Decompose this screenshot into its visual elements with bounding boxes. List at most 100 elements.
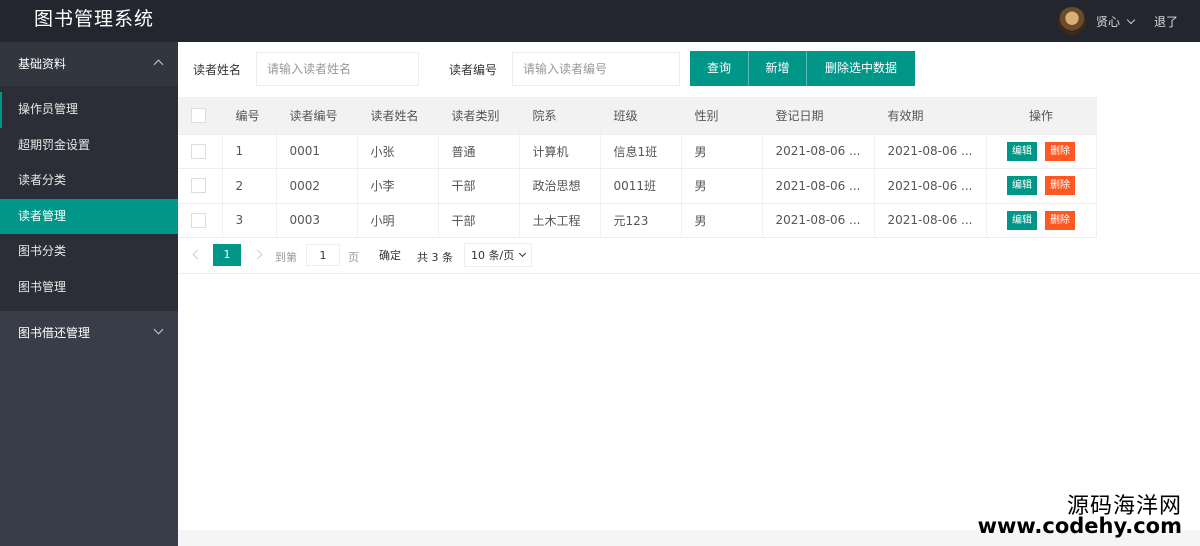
col-gender-header: 性别 bbox=[681, 97, 763, 135]
delete-button[interactable]: 删除 bbox=[1045, 176, 1075, 196]
cell-reader-no: 0002 bbox=[276, 168, 358, 204]
cell-gender: 男 bbox=[681, 203, 763, 238]
sidebar-item-reader-management[interactable]: 读者管理 bbox=[0, 198, 178, 234]
select-all-cell[interactable] bbox=[178, 97, 223, 135]
edit-button[interactable]: 编辑 bbox=[1007, 176, 1037, 196]
cell-valid: 2021-08-06 ... bbox=[874, 134, 987, 169]
cell-valid: 2021-08-06 ... bbox=[874, 168, 987, 204]
logout-link[interactable]: 退了 bbox=[1154, 13, 1178, 30]
chevron-down-icon bbox=[519, 249, 527, 258]
page-size-value: 10 条/页 bbox=[471, 249, 515, 262]
cell-reg-date: 2021-08-06 ... bbox=[762, 203, 875, 238]
row-select-cell[interactable] bbox=[178, 203, 223, 238]
col-class-header: 班级 bbox=[600, 97, 682, 135]
cell-actions: 编辑 删除 bbox=[986, 168, 1097, 204]
col-id-header: 编号 bbox=[222, 97, 277, 135]
goto-page-input[interactable]: 1 bbox=[306, 244, 340, 266]
sidebar-item-overdue-fine-settings[interactable]: 超期罚金设置 bbox=[0, 128, 178, 164]
goto-label: 到第 bbox=[275, 251, 297, 264]
cell-dept: 土木工程 bbox=[519, 203, 601, 238]
cell-dept: 计算机 bbox=[519, 134, 601, 169]
row-checkbox[interactable] bbox=[191, 212, 206, 228]
col-actions-header: 操作 bbox=[986, 97, 1097, 135]
cell-id: 2 bbox=[222, 168, 277, 204]
pagination: 1 到第 1 页 确定 共 3 条 10 条/页 bbox=[178, 238, 1200, 274]
col-valid-header: 有效期 bbox=[874, 97, 987, 135]
watermark-url: www.codehy.com bbox=[977, 514, 1182, 538]
cell-class: 信息1班 bbox=[600, 134, 682, 169]
col-name-header: 读者姓名 bbox=[357, 97, 439, 135]
table-row: 2 0002 小李 干部 政治思想 0011班 男 2021-08-06 ...… bbox=[178, 168, 1097, 204]
edit-button[interactable]: 编辑 bbox=[1007, 210, 1037, 230]
page-size-select[interactable]: 10 条/页 bbox=[464, 243, 533, 267]
query-button[interactable]: 查询 bbox=[690, 51, 748, 86]
cell-gender: 男 bbox=[681, 134, 763, 169]
header-user-area: 贤心 退了 bbox=[1057, 0, 1200, 42]
top-header: 图书管理系统 贤心 退了 bbox=[0, 0, 1200, 42]
nav-group-basic-data[interactable]: 基础资料 bbox=[0, 42, 178, 86]
cell-reader-no: 0003 bbox=[276, 203, 358, 238]
cell-reg-date: 2021-08-06 ... bbox=[762, 168, 875, 204]
add-button[interactable]: 新增 bbox=[748, 51, 806, 86]
cell-name: 小明 bbox=[357, 203, 439, 238]
prev-page-icon[interactable] bbox=[192, 249, 203, 260]
nav-group-label: 图书借还管理 bbox=[18, 326, 91, 340]
reader-no-input[interactable] bbox=[512, 52, 680, 86]
cell-category: 干部 bbox=[438, 168, 520, 204]
delete-button[interactable]: 删除 bbox=[1045, 210, 1075, 230]
cell-dept: 政治思想 bbox=[519, 168, 601, 204]
delete-selected-button[interactable]: 删除选中数据 bbox=[806, 51, 915, 86]
col-reader-no-header: 读者编号 bbox=[276, 97, 358, 135]
main-content: 读者姓名 读者编号 查询 新增 删除选中数据 编号 读者编号 读者姓名 读者类别… bbox=[178, 42, 1200, 546]
chevron-down-icon bbox=[153, 324, 164, 335]
goto-confirm-button[interactable]: 确定 bbox=[372, 244, 408, 266]
chevron-down-icon[interactable] bbox=[1126, 15, 1136, 24]
nav-group-borrow-return[interactable]: 图书借还管理 bbox=[0, 311, 178, 355]
edit-button[interactable]: 编辑 bbox=[1007, 141, 1037, 161]
delete-button[interactable]: 删除 bbox=[1045, 141, 1075, 161]
cell-id: 1 bbox=[222, 134, 277, 169]
sidebar-item-operator-management[interactable]: 操作员管理 bbox=[0, 92, 178, 128]
search-bar: 读者姓名 读者编号 查询 新增 删除选中数据 bbox=[178, 42, 1200, 94]
row-checkbox[interactable] bbox=[191, 143, 206, 159]
row-select-cell[interactable] bbox=[178, 168, 223, 204]
nav-submenu: 操作员管理 超期罚金设置 读者分类 读者管理 图书分类 图书管理 bbox=[0, 86, 178, 311]
col-category-header: 读者类别 bbox=[438, 97, 520, 135]
col-reg-date-header: 登记日期 bbox=[762, 97, 875, 135]
reader-name-input[interactable] bbox=[256, 52, 419, 86]
current-page-button[interactable]: 1 bbox=[213, 244, 241, 266]
total-count: 共 3 条 bbox=[417, 251, 453, 264]
page-unit-label: 页 bbox=[348, 251, 359, 264]
cell-actions: 编辑 删除 bbox=[986, 203, 1097, 238]
sidebar: 基础资料 操作员管理 超期罚金设置 读者分类 读者管理 图书分类 图书管理 图书… bbox=[0, 42, 178, 546]
sidebar-item-book-category[interactable]: 图书分类 bbox=[0, 234, 178, 270]
user-avatar[interactable] bbox=[1057, 7, 1086, 35]
cell-reg-date: 2021-08-06 ... bbox=[762, 134, 875, 169]
cell-category: 干部 bbox=[438, 203, 520, 238]
row-select-cell[interactable] bbox=[178, 134, 223, 169]
cell-class: 元123 bbox=[600, 203, 682, 238]
table-row: 1 0001 小张 普通 计算机 信息1班 男 2021-08-06 ... 2… bbox=[178, 134, 1097, 169]
cell-category: 普通 bbox=[438, 134, 520, 169]
table-row: 3 0003 小明 干部 土木工程 元123 男 2021-08-06 ... … bbox=[178, 203, 1097, 238]
select-all-checkbox[interactable] bbox=[191, 107, 206, 123]
reader-table: 编号 读者编号 读者姓名 读者类别 院系 班级 性别 登记日期 有效期 操作 1… bbox=[178, 97, 1097, 238]
row-checkbox[interactable] bbox=[191, 178, 206, 194]
reader-name-label: 读者姓名 bbox=[193, 63, 242, 77]
app-title: 图书管理系统 bbox=[34, 8, 155, 30]
sidebar-item-book-management[interactable]: 图书管理 bbox=[0, 270, 178, 306]
next-page-icon[interactable] bbox=[252, 249, 263, 260]
cell-reader-no: 0001 bbox=[276, 134, 358, 169]
chevron-up-icon bbox=[153, 59, 164, 70]
cell-name: 小张 bbox=[357, 134, 439, 169]
cell-class: 0011班 bbox=[600, 168, 682, 204]
reader-no-label: 读者编号 bbox=[449, 63, 498, 77]
cell-id: 3 bbox=[222, 203, 277, 238]
cell-name: 小李 bbox=[357, 168, 439, 204]
cell-actions: 编辑 删除 bbox=[986, 134, 1097, 169]
nav-group-label: 基础资料 bbox=[18, 57, 67, 71]
sidebar-item-reader-category[interactable]: 读者分类 bbox=[0, 163, 178, 199]
user-name-menu[interactable]: 贤心 bbox=[1096, 13, 1120, 30]
cell-valid: 2021-08-06 ... bbox=[874, 203, 987, 238]
col-dept-header: 院系 bbox=[519, 97, 601, 135]
